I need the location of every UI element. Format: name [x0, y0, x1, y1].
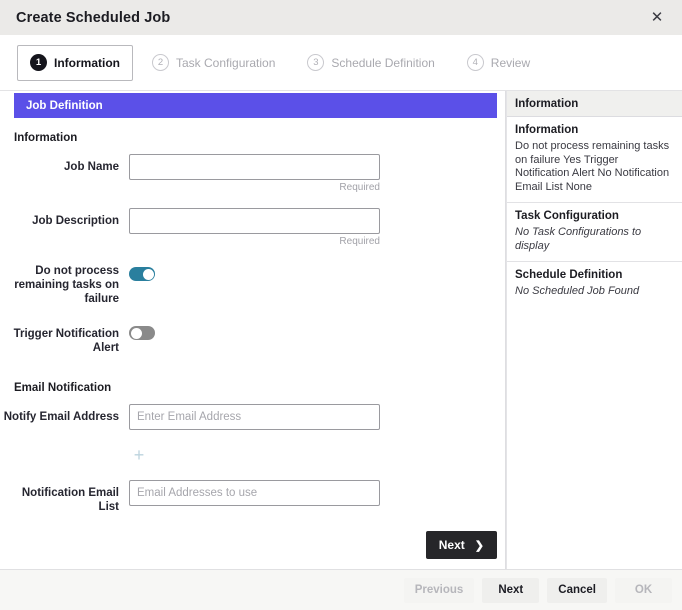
step-label: Review — [490, 55, 531, 70]
summary-section-values: Do not process remaining tasks on failur… — [515, 140, 670, 193]
add-email-row: + — [0, 445, 505, 465]
job-name-label: Job Name — [64, 161, 119, 173]
section-bar-label: Job Definition — [26, 99, 103, 112]
field-job-name: Job Name Required — [0, 154, 505, 193]
job-definition-section-header: Job Definition — [14, 93, 497, 118]
dialog-titlebar: Create Scheduled Job ✕ — [0, 0, 682, 35]
summary-section-schedule-definition: Schedule Definition No Scheduled Job Fou… — [507, 262, 682, 307]
trigger-notification-toggle[interactable] — [129, 326, 155, 340]
job-definition-form: Information Job Name Required Job Descri… — [0, 118, 505, 569]
step-review[interactable]: 4 Review — [454, 45, 543, 81]
step-information[interactable]: 1 Information — [17, 44, 133, 81]
toggle-knob — [142, 268, 154, 280]
trigger-notification-label: Trigger Notification Alert — [13, 328, 119, 354]
dialog-footer: Previous Next Cancel OK — [0, 569, 682, 610]
step-label: Information — [54, 55, 120, 70]
next-button[interactable]: Next — [482, 577, 540, 603]
step-number-badge: 1 — [30, 54, 47, 71]
field-trigger-notification: Trigger Notification Alert — [0, 321, 505, 355]
step-label: Schedule Definition — [331, 55, 435, 70]
field-notification-email-list: Notification Email List — [0, 480, 505, 514]
main-form-column: Job Definition Information Job Name Requ… — [0, 91, 506, 569]
job-description-input[interactable] — [129, 208, 380, 234]
step-task-configuration[interactable]: 2 Task Configuration — [139, 45, 288, 81]
job-name-input[interactable] — [129, 154, 380, 180]
toggle-knob — [130, 327, 142, 339]
information-group-title: Information — [14, 132, 78, 144]
do-not-process-toggle[interactable] — [129, 267, 155, 281]
step-number-badge: 3 — [307, 54, 325, 71]
step-number-badge: 2 — [152, 54, 169, 71]
close-icon[interactable]: ✕ — [646, 7, 668, 29]
field-notify-email-address: Notify Email Address — [0, 404, 505, 430]
notify-email-address-input[interactable] — [129, 404, 380, 430]
summary-section-task-configuration: Task Configuration No Task Configuration… — [507, 203, 682, 262]
ok-button[interactable]: OK — [615, 577, 672, 603]
create-scheduled-job-dialog: Create Scheduled Job ✕ 1 Information 2 T… — [0, 0, 682, 610]
notification-email-list-input[interactable] — [129, 480, 380, 506]
page-title: Create Scheduled Job — [16, 9, 171, 26]
chevron-right-icon: ❯ — [474, 539, 484, 552]
next-step-button-label: Next — [438, 538, 465, 552]
summary-section-empty-text: No Task Configurations to display — [515, 226, 642, 252]
previous-button[interactable]: Previous — [403, 577, 475, 603]
dialog-body: Job Definition Information Job Name Requ… — [0, 90, 682, 569]
field-do-not-process: Do not process remaining tasks on failur… — [0, 262, 505, 306]
step-schedule-definition[interactable]: 3 Schedule Definition — [294, 45, 447, 81]
notification-email-list-label: Notification Email List — [21, 487, 119, 513]
job-description-required-note: Required — [339, 236, 380, 247]
inline-next-wrapper: Next ❯ — [425, 531, 497, 559]
notify-email-address-label: Notify Email Address — [3, 411, 119, 423]
summary-panel-header: Information — [507, 91, 682, 117]
email-notification-group-title: Email Notification — [14, 382, 112, 394]
plus-icon[interactable]: + — [129, 445, 149, 465]
step-number-badge: 4 — [466, 54, 484, 71]
next-step-button[interactable]: Next ❯ — [425, 531, 497, 559]
summary-section-title: Task Configuration — [515, 210, 619, 222]
wizard-steps: 1 Information 2 Task Configuration 3 Sch… — [0, 35, 682, 90]
summary-section-title: Schedule Definition — [515, 269, 623, 281]
summary-panel: Information Information Do not process r… — [506, 91, 682, 569]
job-name-required-note: Required — [339, 182, 380, 193]
step-label: Task Configuration — [176, 55, 276, 70]
do-not-process-label: Do not process remaining tasks on failur… — [14, 265, 119, 305]
summary-section-empty-text: No Scheduled Job Found — [515, 285, 640, 297]
field-job-description: Job Description Required — [0, 208, 505, 247]
job-description-label: Job Description — [32, 215, 119, 227]
cancel-button[interactable]: Cancel — [547, 577, 607, 603]
summary-section-information: Information Do not process remaining tas… — [507, 117, 682, 203]
summary-section-title: Information — [515, 124, 579, 136]
